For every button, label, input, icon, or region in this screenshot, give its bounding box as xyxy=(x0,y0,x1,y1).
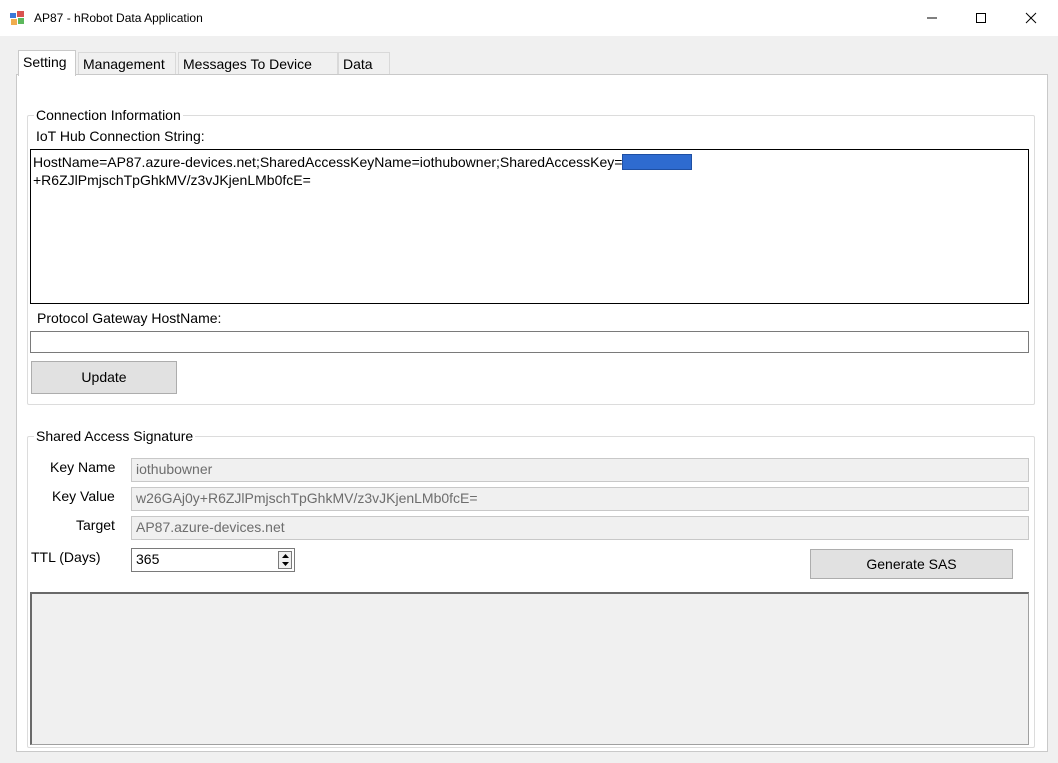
gateway-hostname-input[interactable] xyxy=(30,331,1029,353)
maximize-button[interactable] xyxy=(958,0,1004,36)
minimize-icon xyxy=(927,17,937,19)
spin-down-icon[interactable] xyxy=(279,560,291,568)
key-value-label: Key Value xyxy=(52,488,115,504)
tab-management[interactable]: Management xyxy=(78,52,176,76)
connection-group-title: Connection Information xyxy=(34,107,183,123)
setting-tab-page: Connection Information IoT Hub Connectio… xyxy=(16,74,1048,752)
key-name-field[interactable]: iothubowner xyxy=(131,458,1029,482)
tab-setting[interactable]: Setting xyxy=(18,50,76,76)
connection-string-line2: +R6ZJlPmjschTpGhkMV/z3vJKjenLMb0fcE= xyxy=(33,172,311,188)
conn-string-label: IoT Hub Connection String: xyxy=(36,128,205,144)
maximize-icon xyxy=(976,13,986,23)
gateway-hostname-label: Protocol Gateway HostName: xyxy=(37,310,222,326)
close-button[interactable] xyxy=(1008,0,1054,36)
close-icon xyxy=(1025,12,1037,24)
ttl-days-stepper[interactable]: 365 xyxy=(131,548,295,572)
sas-group-title: Shared Access Signature xyxy=(34,428,196,444)
window-title: AP87 - hRobot Data Application xyxy=(34,11,203,25)
update-button[interactable]: Update xyxy=(31,361,177,394)
tab-messages-to-device[interactable]: Messages To Device xyxy=(178,52,338,76)
redacted-key-block xyxy=(622,154,693,170)
minimize-button[interactable] xyxy=(909,0,955,36)
target-field[interactable]: AP87.azure-devices.net xyxy=(131,516,1029,540)
generate-sas-button[interactable]: Generate SAS xyxy=(810,549,1013,579)
key-name-label: Key Name xyxy=(50,459,116,475)
target-label: Target xyxy=(76,517,115,533)
spin-up-icon[interactable] xyxy=(279,552,291,560)
title-bar: AP87 - hRobot Data Application xyxy=(0,0,1058,36)
key-value-field[interactable]: w26GAj0y+R6ZJlPmjschTpGhkMV/z3vJKjenLMb0… xyxy=(131,487,1029,511)
ttl-days-value: 365 xyxy=(136,551,160,567)
connection-string-line1: HostName=AP87.azure-devices.net;SharedAc… xyxy=(33,154,623,170)
tab-data[interactable]: Data xyxy=(338,52,390,76)
app-icon xyxy=(9,10,25,26)
connection-string-textarea[interactable]: HostName=AP87.azure-devices.net;SharedAc… xyxy=(30,149,1029,304)
ttl-days-label: TTL (Days) xyxy=(31,549,101,565)
ttl-spin-buttons xyxy=(278,551,292,569)
sas-output-textarea[interactable] xyxy=(30,592,1029,745)
